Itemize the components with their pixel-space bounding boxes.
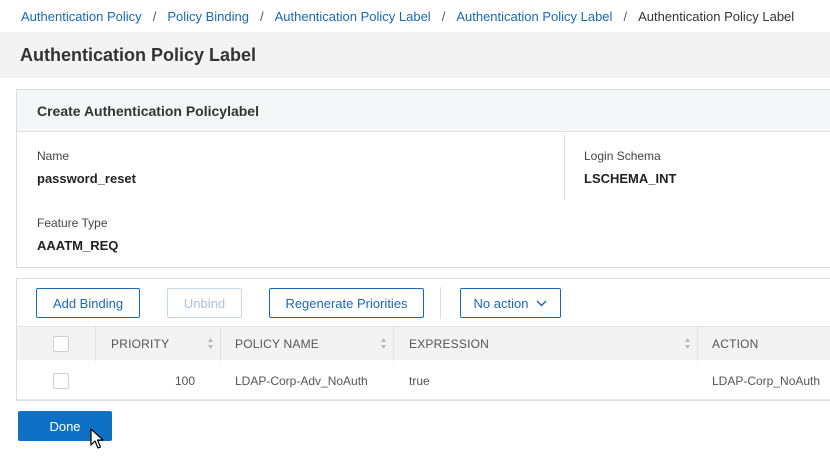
- breadcrumb-separator: /: [259, 8, 264, 24]
- breadcrumb-current: Authentication Policy Label: [638, 8, 795, 24]
- breadcrumb-authentication-policy-label-2[interactable]: Authentication Policy Label: [456, 9, 612, 24]
- feature-type-value: AAATM_REQ: [37, 238, 119, 253]
- column-header-action[interactable]: ACTION: [712, 327, 759, 361]
- sort-icon[interactable]: [380, 337, 387, 350]
- column-separator: [393, 327, 394, 361]
- action-select[interactable]: No action: [460, 288, 561, 318]
- cell-action: LDAP-Corp_NoAuth: [712, 374, 821, 388]
- login-schema-label: Login Schema: [584, 149, 661, 163]
- table-header: PRIORITY POLICY NAME EXPRESSION ACTION: [17, 326, 830, 361]
- policy-binding-panel: Add Binding Unbind Regenerate Priorities…: [16, 278, 830, 401]
- column-header-expression[interactable]: EXPRESSION: [409, 327, 489, 361]
- breadcrumb-policy-binding[interactable]: Policy Binding: [167, 9, 249, 24]
- breadcrumb-authentication-policy-label-1[interactable]: Authentication Policy Label: [275, 9, 431, 24]
- login-schema-value: LSCHEMA_INT: [584, 171, 677, 186]
- breadcrumb-authentication-policy[interactable]: Authentication Policy: [21, 9, 142, 24]
- add-binding-button[interactable]: Add Binding: [36, 288, 140, 318]
- action-select-value: No action: [473, 295, 529, 311]
- breadcrumb-separator: /: [441, 8, 446, 24]
- regenerate-priorities-button[interactable]: Regenerate Priorities: [269, 288, 424, 318]
- details-column-divider: [564, 134, 565, 200]
- column-header-policy-name[interactable]: POLICY NAME: [235, 327, 319, 361]
- column-separator: [697, 327, 698, 361]
- column-header-priority[interactable]: PRIORITY: [111, 327, 169, 361]
- unbind-button[interactable]: Unbind: [167, 288, 242, 318]
- feature-type-field: Feature Type AAATM_REQ: [37, 216, 118, 253]
- column-separator: [220, 327, 221, 361]
- breadcrumb: Authentication Policy / Policy Binding /…: [0, 0, 830, 32]
- cell-policy-name: LDAP-Corp-Adv_NoAuth: [235, 374, 368, 388]
- name-field: Name password_reset: [37, 149, 136, 186]
- login-schema-field: Login Schema LSCHEMA_INT: [584, 149, 676, 186]
- cell-priority: 100: [175, 374, 196, 388]
- column-separator: [95, 327, 96, 361]
- chevron-down-icon: [536, 299, 547, 307]
- select-all-checkbox[interactable]: [53, 336, 69, 352]
- cell-expression: true: [409, 374, 430, 388]
- details-header: Create Authentication Policylabel: [17, 90, 830, 132]
- feature-type-label: Feature Type: [37, 216, 108, 230]
- sort-icon[interactable]: [684, 337, 691, 350]
- page-title: Authentication Policy Label: [20, 44, 257, 65]
- table-row[interactable]: 100 LDAP-Corp-Adv_NoAuth true LDAP-Corp_…: [17, 362, 830, 400]
- breadcrumb-separator: /: [623, 8, 628, 24]
- page-title-bar: Authentication Policy Label: [0, 32, 830, 78]
- mouse-cursor-icon: [90, 428, 104, 449]
- policylabel-details-panel: Create Authentication Policylabel Name p…: [16, 89, 830, 268]
- name-label: Name: [37, 149, 70, 163]
- row-checkbox[interactable]: [53, 373, 69, 389]
- toolbar-divider: [440, 287, 441, 319]
- details-header-title: Create Authentication Policylabel: [37, 102, 259, 119]
- breadcrumb-separator: /: [152, 8, 157, 24]
- sort-icon[interactable]: [207, 337, 214, 350]
- name-value: password_reset: [37, 171, 136, 186]
